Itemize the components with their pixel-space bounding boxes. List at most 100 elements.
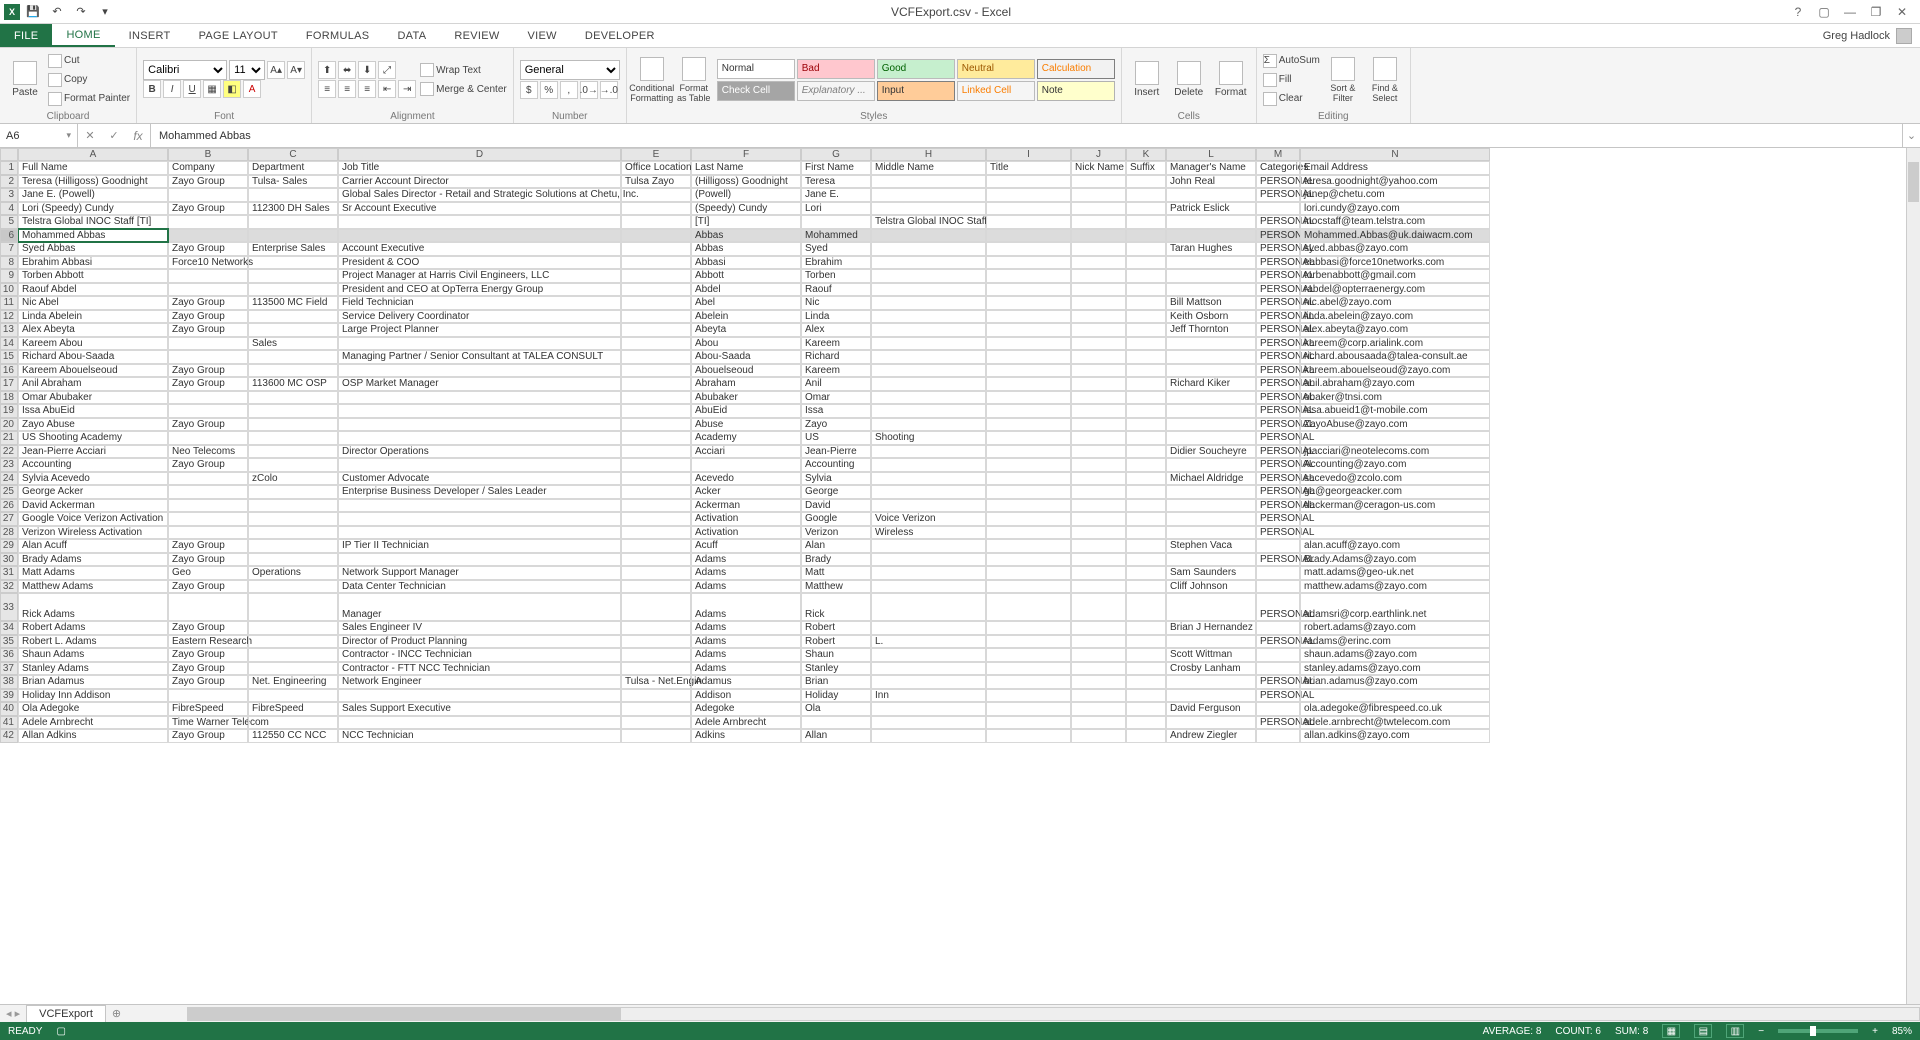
cell[interactable]: PERSONAL bbox=[1256, 635, 1300, 649]
cell[interactable] bbox=[1071, 323, 1126, 337]
row-header[interactable]: 32 bbox=[0, 580, 18, 594]
cell[interactable]: Email Address bbox=[1300, 161, 1490, 175]
cell[interactable]: Adams bbox=[691, 566, 801, 580]
cell[interactable] bbox=[248, 188, 338, 202]
cell[interactable] bbox=[248, 593, 338, 621]
cell[interactable] bbox=[1166, 431, 1256, 445]
cell[interactable] bbox=[1166, 229, 1256, 243]
cell[interactable]: inocstaff@team.telstra.com bbox=[1300, 215, 1490, 229]
cell[interactable]: Acciari bbox=[691, 445, 801, 459]
cell[interactable]: L. bbox=[871, 635, 986, 649]
align-top-icon[interactable]: ⬆ bbox=[318, 61, 336, 79]
cell[interactable] bbox=[1126, 283, 1166, 297]
row-header[interactable]: 34 bbox=[0, 621, 18, 635]
cell[interactable]: Voice Verizon bbox=[871, 512, 986, 526]
cell[interactable]: Crosby Lanham bbox=[1166, 662, 1256, 676]
cell[interactable]: Mohammed bbox=[801, 229, 871, 243]
cell[interactable] bbox=[1126, 188, 1166, 202]
cell[interactable]: Alex Abeyta bbox=[18, 323, 168, 337]
cell[interactable] bbox=[1071, 593, 1126, 621]
cell[interactable]: Teresa bbox=[801, 175, 871, 189]
cell[interactable]: Torben Abbott bbox=[18, 269, 168, 283]
cell[interactable] bbox=[1126, 702, 1166, 716]
cell[interactable]: Zayo bbox=[801, 418, 871, 432]
cell[interactable] bbox=[1071, 458, 1126, 472]
cell[interactable]: Abou bbox=[691, 337, 801, 351]
cell[interactable]: Alan bbox=[801, 539, 871, 553]
cell[interactable] bbox=[248, 499, 338, 513]
cell[interactable] bbox=[1256, 662, 1300, 676]
cell[interactable] bbox=[1071, 621, 1126, 635]
cell[interactable] bbox=[248, 553, 338, 567]
cell[interactable]: John Real bbox=[1166, 175, 1256, 189]
cell[interactable]: ZayoAbuse@zayo.com bbox=[1300, 418, 1490, 432]
cell[interactable]: adamsri@corp.earthlink.net bbox=[1300, 593, 1490, 621]
font-size-select[interactable]: 11 bbox=[229, 60, 265, 80]
cell[interactable] bbox=[338, 364, 621, 378]
normal-view-icon[interactable]: ▦ bbox=[1662, 1024, 1680, 1038]
row-header[interactable]: 10 bbox=[0, 283, 18, 297]
cell[interactable]: Wireless bbox=[871, 526, 986, 540]
cell[interactable] bbox=[986, 323, 1071, 337]
paste-button[interactable]: Paste bbox=[6, 52, 44, 108]
cell[interactable]: Alex bbox=[801, 323, 871, 337]
cell[interactable]: eabbasi@force10networks.com bbox=[1300, 256, 1490, 270]
cell[interactable]: Zayo Group bbox=[168, 310, 248, 324]
cell[interactable]: PERSONAL bbox=[1256, 716, 1300, 730]
cell[interactable] bbox=[621, 662, 691, 676]
cell[interactable]: allan.adkins@zayo.com bbox=[1300, 729, 1490, 743]
cell[interactable] bbox=[986, 729, 1071, 743]
cell[interactable]: Zayo Group bbox=[168, 323, 248, 337]
column-header[interactable]: J bbox=[1071, 148, 1126, 161]
cell[interactable] bbox=[1071, 188, 1126, 202]
cell[interactable]: Accounting@zayo.com bbox=[1300, 458, 1490, 472]
cell[interactable]: Lori (Speedy) Cundy bbox=[18, 202, 168, 216]
cell[interactable] bbox=[1256, 202, 1300, 216]
cell[interactable]: Abubaker bbox=[691, 391, 801, 405]
cell[interactable] bbox=[1300, 526, 1490, 540]
tab-data[interactable]: DATA bbox=[383, 24, 440, 47]
cell[interactable]: Syed Abbas bbox=[18, 242, 168, 256]
cell[interactable] bbox=[1166, 283, 1256, 297]
cell[interactable] bbox=[871, 621, 986, 635]
cell-styles-gallery[interactable]: Normal Bad Good Neutral Calculation Chec… bbox=[717, 59, 1115, 101]
cell[interactable]: 112300 DH Sales bbox=[248, 202, 338, 216]
cell[interactable]: OSP Market Manager bbox=[338, 377, 621, 391]
cell[interactable]: Rick Adams bbox=[18, 593, 168, 621]
cell[interactable]: Net. Engineering bbox=[248, 675, 338, 689]
cell[interactable]: Large Project Planner bbox=[338, 323, 621, 337]
cell[interactable] bbox=[338, 337, 621, 351]
orientation-icon[interactable]: ⤢ bbox=[378, 61, 396, 79]
cell[interactable]: David bbox=[801, 499, 871, 513]
cell[interactable]: PERSONAL bbox=[1256, 526, 1300, 540]
cell[interactable]: PERSONAL bbox=[1256, 499, 1300, 513]
cell[interactable] bbox=[338, 553, 621, 567]
style-note[interactable]: Note bbox=[1037, 81, 1115, 101]
cell[interactable] bbox=[1071, 364, 1126, 378]
cell[interactable] bbox=[1166, 364, 1256, 378]
cell[interactable]: IP Tier II Technician bbox=[338, 539, 621, 553]
accept-formula-icon[interactable]: ✓ bbox=[102, 129, 126, 142]
cell[interactable] bbox=[1256, 580, 1300, 594]
cell[interactable] bbox=[986, 702, 1071, 716]
cell[interactable] bbox=[871, 202, 986, 216]
autosum-button[interactable]: ΣAutoSum bbox=[1263, 52, 1320, 70]
row-header[interactable]: 4 bbox=[0, 202, 18, 216]
cell[interactable]: Raouf bbox=[801, 283, 871, 297]
cell[interactable]: Google Voice Verizon Activation bbox=[18, 512, 168, 526]
cell[interactable] bbox=[1071, 702, 1126, 716]
cell[interactable] bbox=[1126, 472, 1166, 486]
cell[interactable] bbox=[1126, 662, 1166, 676]
cell[interactable] bbox=[871, 350, 986, 364]
cell[interactable]: Stephen Vaca bbox=[1166, 539, 1256, 553]
cell[interactable]: Abbasi bbox=[691, 256, 801, 270]
cell[interactable] bbox=[986, 566, 1071, 580]
row-header[interactable]: 15 bbox=[0, 350, 18, 364]
cell[interactable]: Zayo Group bbox=[168, 377, 248, 391]
cell[interactable]: Ebrahim bbox=[801, 256, 871, 270]
cell[interactable] bbox=[1166, 404, 1256, 418]
cell[interactable] bbox=[986, 648, 1071, 662]
cell[interactable]: Omar bbox=[801, 391, 871, 405]
cell[interactable] bbox=[986, 621, 1071, 635]
cell[interactable] bbox=[338, 418, 621, 432]
